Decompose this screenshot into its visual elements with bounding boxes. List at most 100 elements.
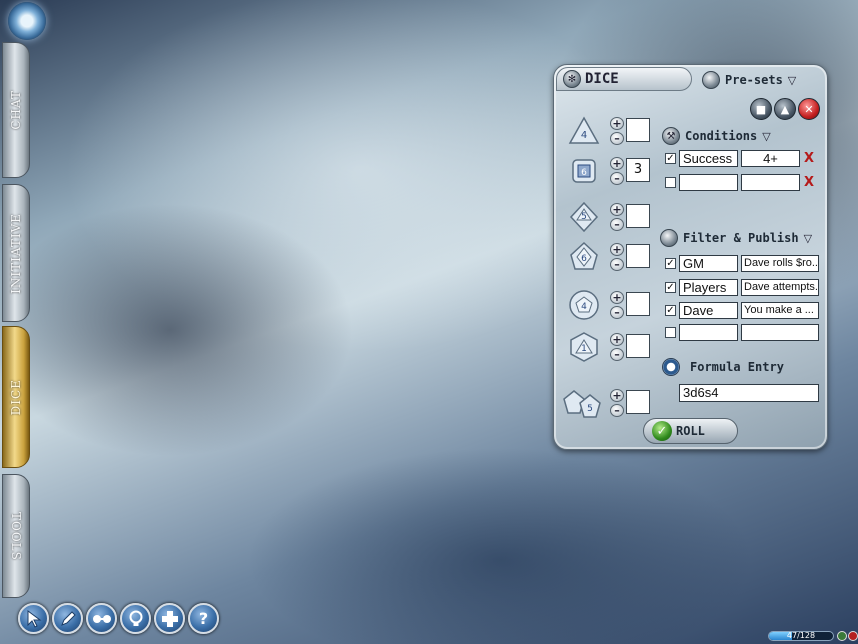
d10-minus-button[interactable]: – <box>610 258 624 271</box>
d20-minus-button[interactable]: – <box>610 348 624 361</box>
folder-open-icon[interactable]: ▲ <box>774 98 796 120</box>
tab-initiative-label: INITIATIVE <box>9 212 23 294</box>
preset-actions: ■ ▲ ✕ <box>750 98 820 120</box>
filter-target-field[interactable]: Players <box>679 278 738 296</box>
d12-face: 4 <box>581 302 587 312</box>
d10-icon[interactable]: 6 <box>568 241 600 273</box>
lightbulb-icon[interactable] <box>120 603 151 634</box>
d4-icon[interactable]: 4 <box>568 115 600 147</box>
d12-icon[interactable]: 4 <box>568 289 600 321</box>
condition-checkbox[interactable] <box>665 176 676 188</box>
close-icon[interactable]: ✕ <box>798 98 820 120</box>
status-red-dot <box>848 631 858 641</box>
help-icon[interactable]: ? <box>188 603 219 634</box>
d100-count-input[interactable] <box>626 390 650 414</box>
tab-dice-label: DICE <box>9 378 23 416</box>
filter-publish-header[interactable]: Filter & Publish ▽ <box>660 229 812 247</box>
filter-message-field[interactable] <box>741 323 819 341</box>
d12-plus-button[interactable]: + <box>610 291 624 304</box>
remove-condition-icon[interactable]: X <box>804 151 814 166</box>
tab-tools[interactable]: TOOLS <box>2 474 30 598</box>
grid-icon[interactable] <box>154 603 185 634</box>
presets-label: Pre-sets <box>725 73 783 87</box>
d6-count-input[interactable]: 3 <box>626 158 650 182</box>
dice-panel-title-tab: ✻ DICE <box>556 67 692 91</box>
d8-count-input[interactable] <box>626 204 650 228</box>
d6-face: 6 <box>581 168 587 178</box>
filter-message-field[interactable]: Dave rolls $ro... <box>741 254 819 272</box>
filter-message-field[interactable]: Dave attempts... <box>741 278 819 296</box>
save-icon[interactable]: ■ <box>750 98 772 120</box>
d12-minus-button[interactable]: – <box>610 306 624 319</box>
d6-plus-button[interactable]: + <box>610 157 624 170</box>
tab-dice[interactable]: DICE <box>2 326 30 468</box>
d100-minus-button[interactable]: – <box>610 404 624 417</box>
pencil-icon[interactable] <box>52 603 83 634</box>
filter-target-field[interactable] <box>679 323 738 341</box>
d20-stepper: + – <box>610 333 624 361</box>
dice-row-d4: 4 + – <box>564 115 654 149</box>
remove-condition-icon[interactable]: X <box>804 175 814 190</box>
d6-icon[interactable]: 6 <box>568 155 600 187</box>
filter-checkbox[interactable]: ✓ <box>665 304 676 316</box>
formula-entry-label: Formula Entry <box>690 360 784 374</box>
tab-chat-label: CHAT <box>9 90 23 130</box>
filter-target-field[interactable]: GM <box>679 254 738 272</box>
filter-checkbox[interactable] <box>665 326 676 338</box>
d12-stepper: + – <box>610 291 624 319</box>
d12-count-input[interactable] <box>626 292 650 316</box>
tab-chat[interactable]: CHAT <box>2 42 30 178</box>
d10-count-input[interactable] <box>626 244 650 268</box>
conditions-header[interactable]: ⚒ Conditions ▽ <box>662 127 771 145</box>
d20-count-input[interactable] <box>626 334 650 358</box>
condition-value-field[interactable] <box>741 173 800 191</box>
presets-dropdown[interactable]: Pre-sets ▽ <box>702 71 796 89</box>
condition-value-field[interactable]: 4+ <box>741 149 800 167</box>
filter-row: ✓ Players Dave attempts... <box>665 278 819 296</box>
d4-plus-button[interactable]: + <box>610 117 624 130</box>
d4-minus-button[interactable]: – <box>610 132 624 145</box>
condition-row: ✓ Success 4+ X <box>665 149 814 167</box>
d10-plus-button[interactable]: + <box>610 243 624 256</box>
d100-plus-button[interactable]: + <box>610 389 624 402</box>
d6-minus-button[interactable]: – <box>610 172 624 185</box>
condition-name-field[interactable] <box>679 173 738 191</box>
tools-icon: ⚒ <box>662 127 680 145</box>
dice-panel: ✻ DICE Pre-sets ▽ ■ ▲ ✕ 4 + – 6 + – 3 5 … <box>553 64 828 450</box>
d100-face: 5 <box>587 404 593 414</box>
roll-button[interactable]: ✓ ROLL <box>643 418 738 444</box>
pointer-icon[interactable] <box>18 603 49 634</box>
d8-minus-button[interactable]: – <box>610 218 624 231</box>
tab-tools-label: TOOLS <box>9 511 23 561</box>
glasses-icon[interactable] <box>86 603 117 634</box>
dice-row-d8: 5 + – <box>564 201 654 235</box>
d20-plus-button[interactable]: + <box>610 333 624 346</box>
d20-icon[interactable]: 1 <box>568 331 600 363</box>
d8-stepper: + – <box>610 203 624 231</box>
dice-row-d10: 6 + – <box>564 241 654 275</box>
filter-message-field[interactable]: You make a ... <box>741 301 819 319</box>
condition-checkbox[interactable]: ✓ <box>665 152 676 164</box>
formula-input[interactable]: 3d6s4 <box>679 384 819 402</box>
d4-count-input[interactable] <box>626 118 650 142</box>
d8-plus-button[interactable]: + <box>610 203 624 216</box>
tab-initiative[interactable]: INITIATIVE <box>2 184 30 322</box>
status-progress-bar: 47/128 <box>768 631 834 641</box>
dice-row-d100: 5 + – <box>560 387 650 421</box>
filter-checkbox[interactable]: ✓ <box>665 281 676 293</box>
condition-row: X <box>665 173 814 191</box>
formula-radio-icon[interactable] <box>662 358 680 376</box>
presets-icon <box>702 71 720 89</box>
filter-checkbox[interactable]: ✓ <box>665 257 676 269</box>
chevron-down-icon: ▽ <box>787 73 797 87</box>
d100-icon[interactable]: 5 <box>562 387 602 419</box>
condition-name-field[interactable]: Success <box>679 149 738 167</box>
chevron-down-icon: ▽ <box>762 129 771 143</box>
filter-target-field[interactable]: Dave <box>679 301 738 319</box>
d6-stepper: + – <box>610 157 624 185</box>
d4-stepper: + – <box>610 117 624 145</box>
d100-stepper: + – <box>610 389 624 417</box>
roll-button-label: ROLL <box>676 424 705 438</box>
dice-panel-title: DICE <box>585 71 619 87</box>
d8-icon[interactable]: 5 <box>568 201 600 233</box>
